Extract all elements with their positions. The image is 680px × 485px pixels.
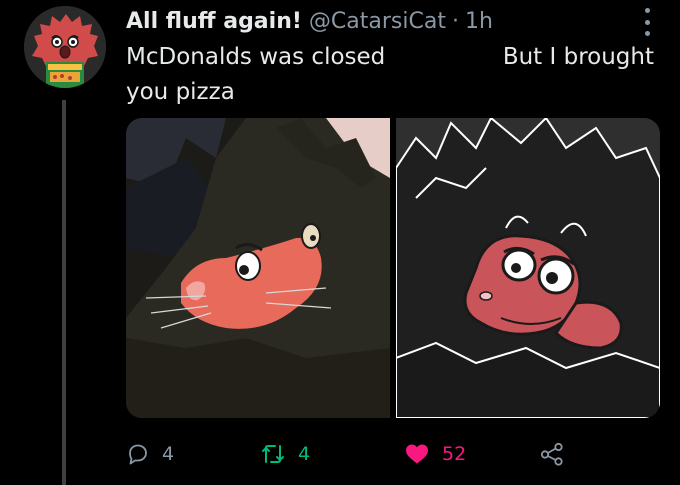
heart-icon — [406, 444, 428, 464]
share-icon — [540, 442, 563, 466]
share-button[interactable] — [539, 436, 565, 472]
more-dot — [644, 31, 650, 36]
reply-count: 4 — [162, 443, 175, 465]
tweet-text-segment: But I brought — [502, 44, 654, 70]
user-handle[interactable]: @CatarsiCat — [309, 9, 446, 34]
like-button[interactable]: 52 — [404, 436, 466, 472]
avatar-image — [24, 6, 106, 88]
media-image-left[interactable] — [126, 118, 390, 418]
tweet-text-segment: McDonalds was closed — [126, 44, 386, 70]
more-icon[interactable] — [636, 8, 658, 36]
retweet-count: 4 — [298, 443, 311, 465]
cat-illustration-left — [126, 118, 390, 418]
display-name[interactable]: All fluff again! — [126, 9, 302, 34]
cat-illustration-right — [396, 118, 660, 418]
retweet-icon — [262, 445, 284, 463]
tweet-text-line: McDonalds was closed But I brought — [126, 40, 666, 75]
media-image-right[interactable] — [396, 118, 660, 418]
reply-icon — [129, 444, 147, 465]
timestamp[interactable]: 1h — [465, 9, 493, 34]
thread-line — [62, 100, 66, 485]
tweet-text-line: you pizza — [126, 79, 235, 105]
avatar[interactable] — [24, 6, 106, 88]
reply-button[interactable]: 4 — [126, 436, 174, 472]
retweet-button[interactable]: 4 — [260, 436, 310, 472]
tweet-text: McDonalds was closed But I brought you p… — [126, 40, 666, 110]
like-count: 52 — [442, 443, 467, 465]
action-bar: 4 4 52 — [126, 436, 576, 472]
media-grid — [126, 118, 660, 418]
separator-dot: · — [451, 8, 459, 34]
tweet-header: All fluff again! @CatarsiCat · 1h — [126, 6, 493, 36]
more-dot — [644, 19, 650, 25]
more-dot — [644, 8, 650, 13]
